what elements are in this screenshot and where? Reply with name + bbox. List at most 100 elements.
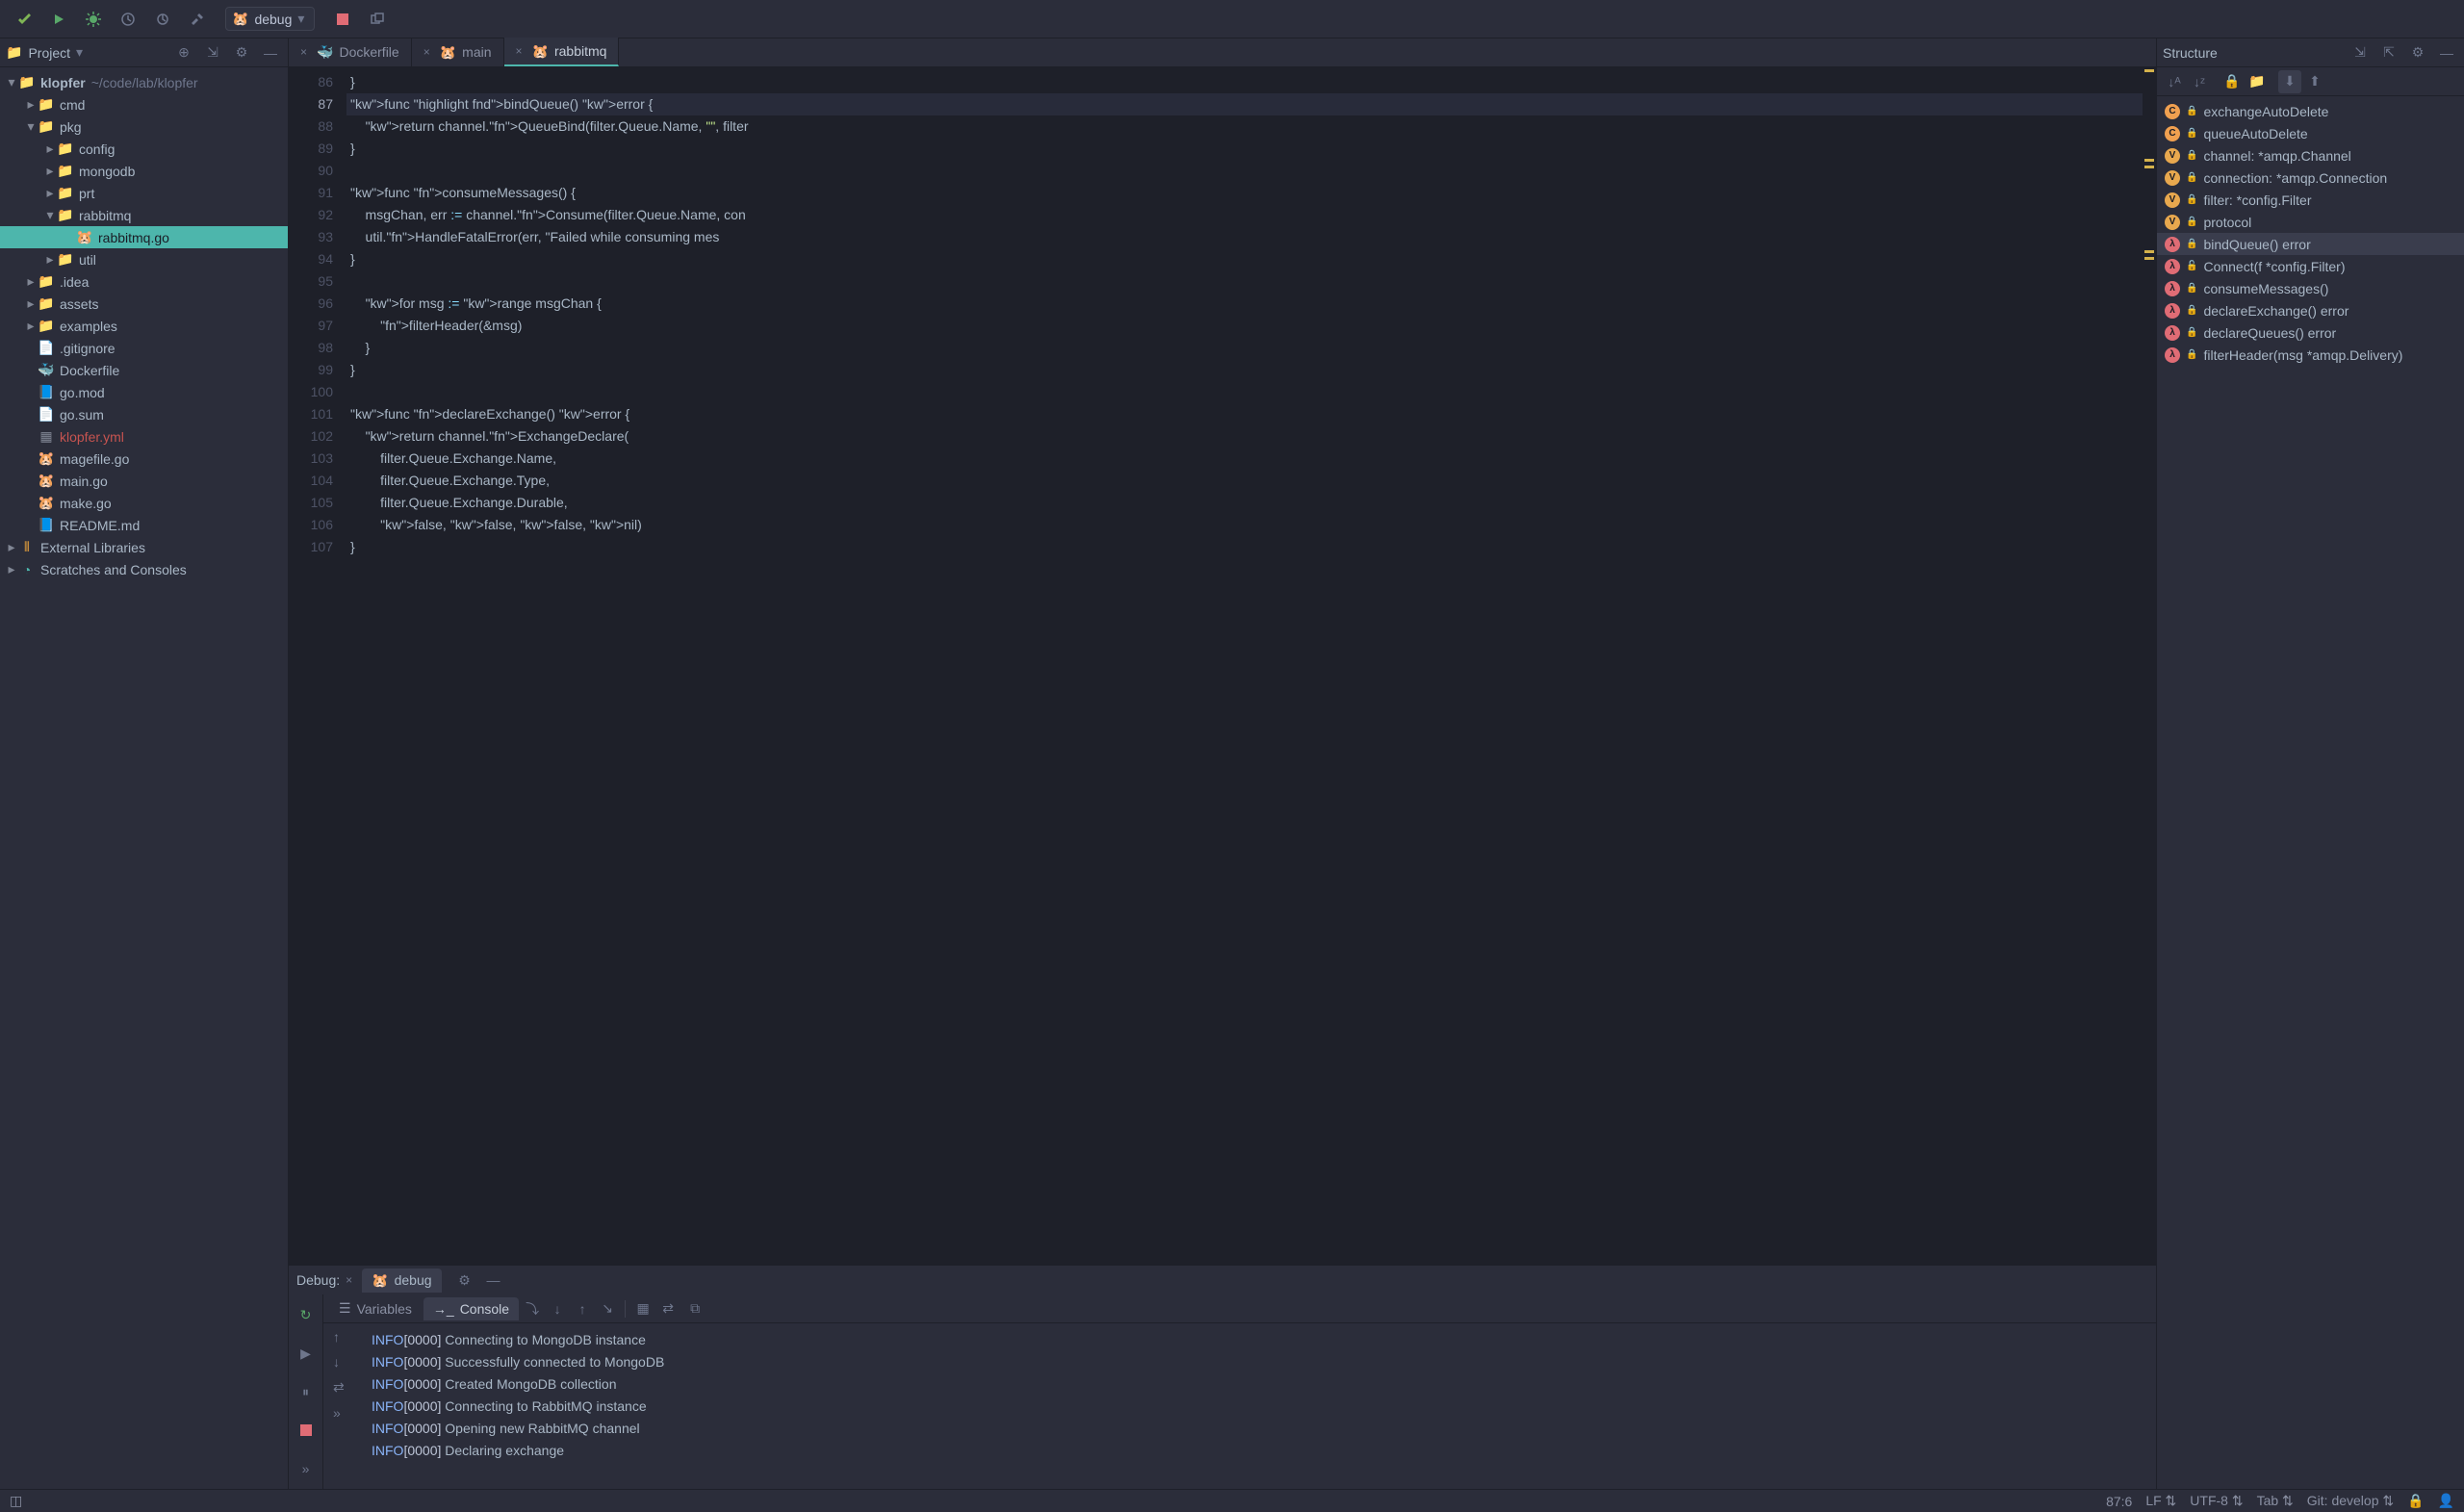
run-config-selector[interactable]: 🐹 debug ▾	[225, 7, 315, 31]
close-icon[interactable]: ×	[516, 44, 523, 58]
build-icon[interactable]	[10, 5, 38, 34]
stop-icon[interactable]	[328, 5, 357, 34]
attach-icon[interactable]	[363, 5, 392, 34]
struct-item[interactable]: λ🔒declareQueues() error	[2157, 321, 2464, 344]
target-icon[interactable]: ⊕	[172, 41, 195, 64]
sort-alpha-icon[interactable]: ↓ᴬ	[2163, 70, 2186, 93]
tree-item-main.go[interactable]: 🐹main.go	[0, 470, 288, 492]
resume-icon[interactable]: ▶	[292, 1339, 321, 1368]
struct-item[interactable]: λ🔒declareExchange() error	[2157, 299, 2464, 321]
tree-item-mongodb[interactable]: ▸📁mongodb	[0, 160, 288, 182]
code-editor[interactable]: 8687888990919293949596979899100101102103…	[289, 67, 2156, 1265]
hammer-icon[interactable]	[183, 5, 212, 34]
chevron-down-icon[interactable]: ▾	[76, 44, 83, 61]
tree-item-go.sum[interactable]: 📄go.sum	[0, 403, 288, 425]
gear-icon[interactable]: ⚙	[230, 41, 253, 64]
pause-icon[interactable]: ⏸	[292, 1377, 321, 1406]
debug-config-tab[interactable]: 🐹 debug	[362, 1269, 441, 1293]
more-icon[interactable]: »	[292, 1454, 321, 1483]
inspector-icon[interactable]: 👤	[2438, 1493, 2454, 1509]
struct-item[interactable]: λ🔒consumeMessages()	[2157, 277, 2464, 299]
scratches[interactable]: ▸ ◔ Scratches and Consoles	[0, 558, 288, 580]
tab-main[interactable]: ×🐹main	[412, 38, 504, 66]
struct-item[interactable]: λ🔒filterHeader(msg *amqp.Delivery)	[2157, 344, 2464, 366]
more-icon[interactable]: »	[333, 1405, 345, 1421]
minimize-icon[interactable]: —	[2435, 41, 2458, 64]
tree-item-config[interactable]: ▸📁config	[0, 138, 288, 160]
minimize-icon[interactable]: —	[482, 1269, 505, 1292]
down-arrow-icon[interactable]: ↓	[333, 1354, 345, 1370]
project-root[interactable]: ▾ 📁 klopfer ~/code/lab/klopfer	[0, 71, 288, 93]
coverage-icon[interactable]	[114, 5, 142, 34]
tree-item-make.go[interactable]: 🐹make.go	[0, 492, 288, 514]
struct-item[interactable]: λ🔒bindQueue() error	[2157, 233, 2464, 255]
tree-item-magefile.go[interactable]: 🐹magefile.go	[0, 448, 288, 470]
expand-icon[interactable]: ⇲	[201, 41, 224, 64]
tree-item-.gitignore[interactable]: 📄.gitignore	[0, 337, 288, 359]
tree-item-Dockerfile[interactable]: 🐳Dockerfile	[0, 359, 288, 381]
struct-item[interactable]: C🔒queueAutoDelete	[2157, 122, 2464, 144]
tree-item-pkg[interactable]: ▾📁pkg	[0, 115, 288, 138]
evaluate-icon[interactable]: ▦	[631, 1297, 654, 1320]
struct-item[interactable]: V🔒filter: *config.Filter	[2157, 189, 2464, 211]
git-branch[interactable]: Git: develop ⇅	[2307, 1493, 2394, 1509]
stop-icon[interactable]	[292, 1416, 321, 1445]
tab-rabbitmq[interactable]: ×🐹rabbitmq	[504, 38, 620, 66]
tree-item-examples[interactable]: ▸📁examples	[0, 315, 288, 337]
settings-icon[interactable]: ⇄	[656, 1297, 680, 1320]
tree-item-README.md[interactable]: 📘README.md	[0, 514, 288, 536]
autoscroll-to-icon[interactable]: ⬇	[2278, 70, 2301, 93]
tree-item-util[interactable]: ▸📁util	[0, 248, 288, 270]
struct-item[interactable]: V🔒connection: *amqp.Connection	[2157, 167, 2464, 189]
rerun-icon[interactable]: ↻	[292, 1300, 321, 1329]
up-arrow-icon[interactable]: ↑	[333, 1329, 345, 1345]
line-separator[interactable]: LF ⇅	[2145, 1493, 2176, 1509]
collapse-icon[interactable]: ⇱	[2377, 41, 2400, 64]
lock-icon[interactable]: 🔒	[2220, 70, 2244, 93]
debug-icon[interactable]	[79, 5, 108, 34]
profile-icon[interactable]	[148, 5, 177, 34]
gear-icon[interactable]: ⚙	[453, 1269, 476, 1292]
tree-item-prt[interactable]: ▸📁prt	[0, 182, 288, 204]
expand-icon[interactable]: ⇲	[2348, 41, 2372, 64]
close-icon[interactable]: ×	[300, 45, 307, 59]
struct-item[interactable]: V🔒channel: *amqp.Channel	[2157, 144, 2464, 167]
lock-icon[interactable]: 🔒	[2407, 1493, 2424, 1509]
step-into-icon[interactable]: ↓	[546, 1297, 569, 1320]
console-tab[interactable]: →_ Console	[424, 1297, 519, 1320]
tree-item-assets[interactable]: ▸📁assets	[0, 293, 288, 315]
layout-icon[interactable]: ⧉	[683, 1297, 706, 1320]
tree-item-rabbitmq.go[interactable]: 🐹rabbitmq.go	[0, 226, 288, 248]
tree-item-.idea[interactable]: ▸📁.idea	[0, 270, 288, 293]
folder-icon[interactable]: 📁	[2246, 70, 2269, 93]
close-config-icon[interactable]: ×	[346, 1273, 352, 1287]
code-content[interactable]: }"kw">func "highlight fnd">bindQueue() "…	[346, 67, 2143, 1265]
struct-item[interactable]: V🔒protocol	[2157, 211, 2464, 233]
tree-item-klopfer.yml[interactable]: ▦klopfer.yml	[0, 425, 288, 448]
widget-icon[interactable]: ◫	[10, 1493, 22, 1509]
struct-item[interactable]: C🔒exchangeAutoDelete	[2157, 100, 2464, 122]
tree-item-go.mod[interactable]: 📘go.mod	[0, 381, 288, 403]
run-icon[interactable]	[44, 5, 73, 34]
minimize-icon[interactable]: —	[259, 41, 282, 64]
cursor-position[interactable]: 87:6	[2106, 1494, 2132, 1509]
autoscroll-from-icon[interactable]: ⬆	[2303, 70, 2326, 93]
tree-item-cmd[interactable]: ▸📁cmd	[0, 93, 288, 115]
step-out-icon[interactable]: ↑	[571, 1297, 594, 1320]
tree-item-rabbitmq[interactable]: ▾📁rabbitmq	[0, 204, 288, 226]
external-libraries[interactable]: ▸ ⫴ External Libraries	[0, 536, 288, 558]
encoding[interactable]: UTF-8 ⇅	[2190, 1493, 2243, 1509]
kind-badge: λ	[2165, 325, 2180, 341]
run-to-cursor-icon[interactable]: ↘	[596, 1297, 619, 1320]
sort-visibility-icon[interactable]: ↓ᶻ	[2188, 70, 2211, 93]
console-output[interactable]: ↑ ↓ ⇄ » INFO[0000] Connecting to MongoDB…	[323, 1323, 2156, 1489]
variables-tab[interactable]: ☰ Variables	[329, 1296, 422, 1320]
gear-icon[interactable]: ⚙	[2406, 41, 2429, 64]
minimap[interactable]	[2143, 67, 2156, 1265]
indent[interactable]: Tab ⇅	[2257, 1493, 2294, 1509]
struct-item[interactable]: λ🔓Connect(f *config.Filter)	[2157, 255, 2464, 277]
wrap-icon[interactable]: ⇄	[333, 1379, 345, 1396]
close-icon[interactable]: ×	[424, 45, 430, 59]
step-over-icon[interactable]: ⤵	[521, 1297, 544, 1320]
tab-Dockerfile[interactable]: ×🐳Dockerfile	[289, 38, 412, 66]
